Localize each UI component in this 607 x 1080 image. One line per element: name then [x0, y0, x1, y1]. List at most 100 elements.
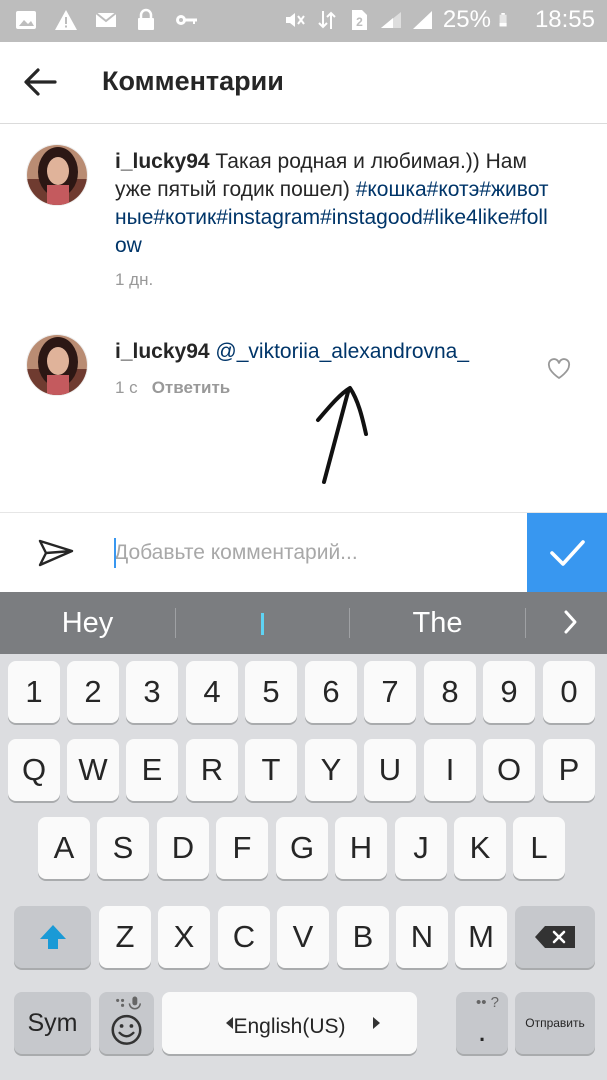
key-x[interactable]: X	[158, 906, 210, 968]
space-key[interactable]: English(US)	[162, 992, 417, 1054]
mail-icon	[95, 12, 117, 27]
key-5[interactable]: 5	[245, 661, 297, 723]
mute-icon	[285, 13, 305, 27]
key-8[interactable]: 8	[424, 661, 476, 723]
space-key-label: English(US)	[233, 1015, 346, 1038]
chevron-right-icon[interactable]	[560, 608, 580, 636]
key-i[interactable]: I	[424, 739, 476, 801]
battery-percent: 25%	[442, 6, 491, 33]
key-4[interactable]: 4	[186, 661, 238, 723]
key-1[interactable]: 1	[8, 661, 60, 723]
key-f[interactable]: F	[216, 817, 268, 879]
comment-meta: 1 с Ответить	[115, 378, 230, 398]
heart-icon[interactable]	[547, 358, 571, 380]
emoji-icon	[111, 996, 142, 1045]
emoji-voice-key[interactable]	[99, 992, 154, 1054]
key-q[interactable]: Q	[8, 739, 60, 801]
comment-time: 1 дн.	[115, 270, 154, 289]
key-0[interactable]: 0	[543, 661, 595, 723]
avatar-photo	[27, 335, 87, 395]
clock: 18:55	[534, 6, 595, 33]
avatar-photo	[27, 145, 87, 205]
header: Комментарии	[0, 42, 607, 124]
backspace-icon	[535, 926, 575, 948]
key-r[interactable]: R	[186, 739, 238, 801]
backspace-key[interactable]	[515, 906, 595, 968]
key-d[interactable]: D	[157, 817, 209, 879]
status-notification-icons	[14, 8, 198, 32]
battery-icon	[499, 13, 507, 27]
signal-icon	[412, 11, 432, 29]
key-m[interactable]: M	[455, 906, 507, 968]
key-z[interactable]: Z	[99, 906, 151, 968]
period-key[interactable]: •• ? .	[456, 992, 508, 1054]
key-a[interactable]: A	[38, 817, 90, 879]
sym-key[interactable]: Sym	[14, 992, 91, 1054]
suggestion-cursor-mark	[261, 613, 264, 636]
key-icon	[176, 15, 197, 25]
key-c[interactable]: C	[218, 906, 270, 968]
shift-key[interactable]	[14, 906, 91, 968]
key-g[interactable]: G	[276, 817, 328, 879]
key-9[interactable]: 9	[483, 661, 535, 723]
comment-composer	[0, 512, 607, 593]
avatar[interactable]	[26, 144, 88, 206]
key-2[interactable]: 2	[67, 661, 119, 723]
key-7[interactable]: 7	[364, 661, 416, 723]
key-n[interactable]: N	[396, 906, 448, 968]
chevron-right-small-icon	[373, 1017, 380, 1029]
key-b[interactable]: B	[337, 906, 389, 968]
status-bar: 2 25% 18:55	[0, 0, 607, 42]
period-key-label: .	[477, 1013, 487, 1048]
data-icon	[318, 11, 336, 29]
key-l[interactable]: L	[513, 817, 565, 879]
suggestion-item-cursor[interactable]	[176, 592, 349, 654]
avatar[interactable]	[26, 334, 88, 396]
check-icon	[550, 540, 585, 566]
key-u[interactable]: U	[364, 739, 416, 801]
key-3[interactable]: 3	[126, 661, 178, 723]
key-v[interactable]: V	[277, 906, 329, 968]
shift-arrow-icon	[40, 925, 66, 949]
key-p[interactable]: P	[543, 739, 595, 801]
text-cursor	[114, 538, 116, 568]
back-arrow-icon[interactable]	[22, 64, 58, 100]
key-w[interactable]: W	[67, 739, 119, 801]
reply-button[interactable]: Ответить	[152, 378, 231, 397]
lock-icon	[138, 8, 154, 30]
key-j[interactable]: J	[395, 817, 447, 879]
comment-input[interactable]	[114, 531, 514, 575]
key-e[interactable]: E	[126, 739, 178, 801]
wifi-icon	[380, 12, 401, 28]
warning-icon	[55, 10, 77, 30]
comment-username[interactable]: i_lucky94	[115, 340, 210, 363]
comment-time: 1 с	[115, 378, 138, 397]
keyboard-suggestion-bar: Hey The	[0, 592, 607, 654]
page-title: Комментарии	[102, 66, 284, 96]
image-icon	[16, 11, 36, 29]
direct-share-icon[interactable]	[36, 533, 76, 573]
comment-username[interactable]: i_lucky94	[115, 150, 210, 173]
comment-mention[interactable]: @_viktoriia_alexandrovna_	[210, 340, 469, 363]
comment-text: i_lucky94 @_viktoriia_alexandrovna_	[115, 338, 517, 366]
key-6[interactable]: 6	[305, 661, 357, 723]
sim-icon: 2	[351, 10, 367, 30]
drawn-arrow-annotation	[316, 386, 368, 484]
comment-text: i_lucky94 Такая родная и любимая.)) Нам …	[115, 148, 557, 260]
key-h[interactable]: H	[335, 817, 387, 879]
svg-text:2: 2	[356, 15, 363, 29]
post-comment-button[interactable]	[527, 513, 607, 593]
key-o[interactable]: O	[483, 739, 535, 801]
key-y[interactable]: Y	[305, 739, 357, 801]
divider	[525, 608, 526, 638]
status-system-icons: 2 25% 18:55	[283, 6, 595, 34]
key-k[interactable]: K	[454, 817, 506, 879]
key-s[interactable]: S	[97, 817, 149, 879]
comment-item: i_lucky94 Такая родная и любимая.)) Нам …	[0, 144, 607, 314]
key-t[interactable]: T	[245, 739, 297, 801]
chevron-left-icon	[226, 1017, 233, 1029]
suggestion-item[interactable]: The	[350, 592, 525, 654]
send-key[interactable]: Отправить	[515, 992, 595, 1054]
keyboard: 1 2 3 4 5 6 7 8 9 0 Q W E R T Y U I O P …	[0, 654, 607, 1080]
suggestion-item[interactable]: Hey	[0, 592, 175, 654]
